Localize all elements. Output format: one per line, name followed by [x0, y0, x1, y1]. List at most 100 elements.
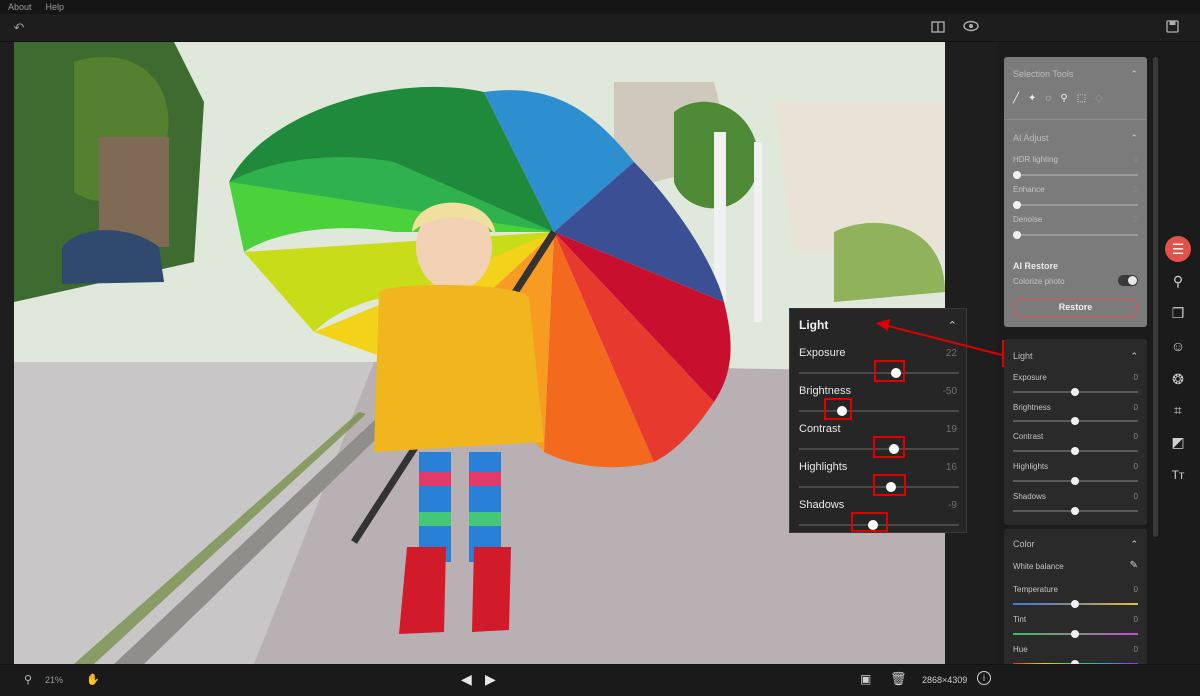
compare-icon[interactable] — [930, 20, 946, 36]
text-icon[interactable]: Tт — [1165, 462, 1191, 488]
image-icon[interactable]: ▣ — [860, 672, 871, 686]
object-select-icon[interactable]: ⚲ — [1060, 93, 1067, 104]
colorize-toggle[interactable] — [1118, 275, 1138, 286]
enhance-label: Enhance — [1013, 185, 1045, 194]
annotation-arrow — [876, 319, 1003, 356]
tint-label: Tint — [1013, 615, 1027, 624]
tint-knob[interactable] — [1071, 630, 1079, 638]
highlights-value: 0 — [1133, 462, 1138, 471]
shadows-knob[interactable] — [1071, 507, 1079, 515]
popup-highlights-label: Highlights — [799, 461, 848, 473]
denoise-slider[interactable] — [1013, 231, 1138, 239]
hand-icon[interactable]: ✋ — [86, 673, 100, 686]
chevron-up-icon[interactable]: ⌃ — [1130, 351, 1138, 362]
popup-brightness-slider[interactable] — [799, 406, 959, 416]
shadows-value: 0 — [1133, 492, 1138, 501]
contrast-slider[interactable] — [1013, 447, 1138, 455]
magic-wand-icon[interactable]: ✦ — [1028, 93, 1036, 104]
exposure-slider[interactable] — [1013, 388, 1138, 396]
popup-contrast-value: 19 — [945, 424, 957, 435]
eyedropper-icon[interactable]: ✎ — [1130, 560, 1138, 571]
light-popup-title: Light — [799, 318, 829, 332]
image-dimensions: 2868×4309 — [922, 675, 968, 685]
tint-slider[interactable] — [1013, 630, 1138, 638]
arrow-right-icon[interactable]: ▶ — [485, 671, 496, 688]
panel-scrollbar[interactable] — [1153, 57, 1158, 537]
stamp-icon[interactable]: ⚲ — [1165, 268, 1191, 294]
contrast-knob[interactable] — [1071, 447, 1079, 455]
brush-tool-icon[interactable]: ╱ — [1013, 93, 1019, 104]
exposure-knob[interactable] — [1071, 388, 1079, 396]
hdr-slider[interactable] — [1013, 171, 1138, 179]
trash-icon[interactable]: 🗑 — [890, 671, 907, 687]
color-circles-icon[interactable]: ❂ — [1165, 366, 1191, 392]
popup-brightness-value: -50 — [942, 386, 957, 397]
annotation-box-highlights — [873, 474, 906, 496]
chevron-up-icon[interactable]: ⌃ — [1130, 133, 1138, 144]
selection-tool-row: ╱ ✦ ◌ ⚲ ⬚ ◇ — [1013, 93, 1103, 104]
denoise-value: 0 — [1133, 215, 1138, 224]
hdr-value: 0 — [1133, 155, 1138, 164]
menu-help[interactable]: Help — [46, 2, 65, 12]
restore-button[interactable]: Restore — [1013, 298, 1138, 318]
hue-value: 0 — [1133, 645, 1138, 654]
magnifier-icon[interactable]: ⚲ — [24, 673, 32, 686]
temperature-value: 0 — [1133, 585, 1138, 594]
chevron-up-icon[interactable]: ⌃ — [1130, 539, 1138, 550]
eye-icon[interactable] — [963, 20, 979, 36]
info-icon[interactable]: i — [977, 671, 991, 685]
menu-about[interactable]: About — [8, 2, 32, 12]
right-panel: Selection Tools ⌃ ╱ ✦ ◌ ⚲ ⬚ ◇ AI Adjust … — [1004, 57, 1147, 677]
chevron-up-icon[interactable]: ⌃ — [1130, 69, 1138, 80]
crop-icon[interactable]: ⌗ — [1165, 397, 1191, 423]
lasso-icon[interactable]: ◌ — [1045, 93, 1051, 104]
enhance-knob[interactable] — [1013, 201, 1021, 209]
annotation-box-shadows — [851, 512, 888, 532]
popup-shadows-label: Shadows — [799, 499, 845, 511]
zoom-level[interactable]: 21% — [45, 675, 63, 685]
enhance-value: 0 — [1133, 185, 1138, 194]
denoise-knob[interactable] — [1013, 231, 1021, 239]
contrast-label: Contrast — [1013, 432, 1044, 441]
hue-label: Hue — [1013, 645, 1028, 654]
status-bar: ⚲ 21% ✋ ◀ ▶ ▣ 🗑 2868×4309 i — [0, 664, 1200, 696]
highlights-knob[interactable] — [1071, 477, 1079, 485]
frame-icon[interactable]: ◩ — [1165, 429, 1191, 455]
contrast-value: 0 — [1133, 432, 1138, 441]
adjust-sliders-icon[interactable]: ☰ — [1165, 236, 1191, 262]
enhance-slider[interactable] — [1013, 201, 1138, 209]
selection-tools-title: Selection Tools — [1013, 69, 1074, 79]
arrow-left-icon[interactable]: ◀ — [461, 671, 472, 688]
menu-bar: About Help — [0, 0, 1200, 14]
layers-icon[interactable]: ❐ — [1165, 300, 1191, 326]
annotation-box-contrast — [873, 436, 905, 458]
divider — [1004, 119, 1147, 120]
brightness-label: Brightness — [1013, 403, 1051, 412]
ai-adjust-title: AI Adjust — [1013, 133, 1049, 143]
save-icon[interactable] — [1164, 20, 1180, 36]
eraser-icon[interactable]: ◇ — [1095, 93, 1103, 104]
brightness-knob[interactable] — [1071, 417, 1079, 425]
temperature-slider[interactable] — [1013, 600, 1138, 608]
undo-icon[interactable]: ↶ — [11, 20, 27, 36]
popup-brightness-label: Brightness — [799, 385, 851, 397]
top-toolbar: ↶ — [0, 14, 1200, 42]
color-card: Color ⌃ White balance ✎ Temperature 0 Ti… — [1004, 529, 1147, 668]
rect-select-icon[interactable]: ⬚ — [1077, 93, 1086, 104]
popup-contrast-label: Contrast — [799, 423, 841, 435]
highlights-slider[interactable] — [1013, 477, 1138, 485]
exposure-label: Exposure — [1013, 373, 1047, 382]
shadows-label: Shadows — [1013, 492, 1046, 501]
face-icon[interactable]: ☺ — [1165, 333, 1191, 359]
shadows-slider[interactable] — [1013, 507, 1138, 515]
white-balance-label: White balance — [1013, 562, 1064, 571]
annotation-box-brightness — [824, 398, 852, 420]
brightness-slider[interactable] — [1013, 417, 1138, 425]
temperature-knob[interactable] — [1071, 600, 1079, 608]
hdr-label: HDR lighting — [1013, 155, 1058, 164]
hdr-knob[interactable] — [1013, 171, 1021, 179]
toggle-knob — [1128, 276, 1137, 285]
light-section-title[interactable]: Light — [1013, 351, 1033, 361]
color-section-title[interactable]: Color — [1013, 539, 1035, 549]
popup-highlights-value: 16 — [945, 462, 957, 473]
